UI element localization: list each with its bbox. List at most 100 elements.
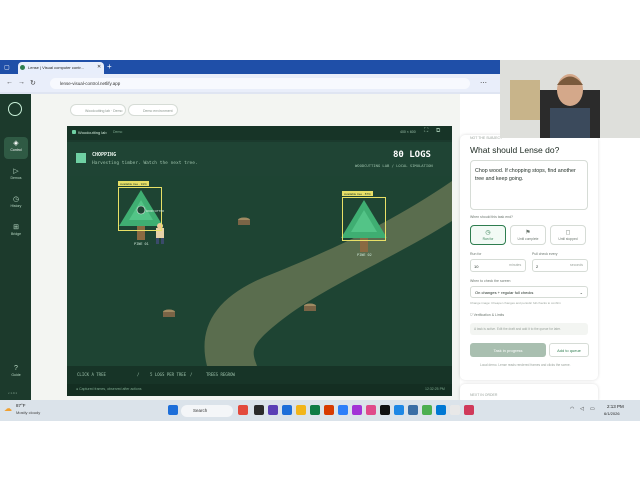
taskbar-app-icon[interactable] (352, 405, 362, 415)
run-for-label: Run for (470, 252, 482, 256)
forward-icon[interactable]: → (18, 79, 25, 86)
url-field[interactable]: lense-visual-control.netlify.app (50, 78, 470, 89)
sidebar-item-label: Control (10, 148, 22, 152)
new-tab-icon[interactable]: + (107, 62, 112, 71)
battery-icon[interactable]: ▭ (590, 406, 595, 412)
wifi-icon[interactable]: ◠ (570, 406, 574, 412)
game-window-title: Woodcutting lab (78, 130, 107, 135)
taskbar-app-icon[interactable] (436, 405, 446, 415)
windows-start-icon[interactable] (168, 405, 178, 415)
capture-time: 12:32:25 PM (425, 387, 445, 391)
browser-menu-icon[interactable]: ▢ (4, 64, 10, 71)
player-label: WOODCUTTER (146, 209, 165, 213)
watch-mode-select[interactable]: On changes + regular full checks ⌄ (470, 286, 588, 298)
browser-menu-dots-icon[interactable]: ⋯ (480, 79, 487, 87)
toolbar-pill-env[interactable]: Woodcutting lab · Demo (70, 104, 126, 116)
detection-tag: Available tree · 91% (118, 181, 149, 186)
panel-title: What should Lense do? (470, 145, 560, 155)
run-for-unit: minutes (509, 263, 522, 267)
taskbar-app-icon[interactable] (238, 405, 248, 415)
mode-label: Until stopped (558, 237, 578, 241)
stop-icon: ◻ (565, 230, 571, 236)
bridge-icon: ⊞ (13, 224, 19, 231)
popout-icon[interactable]: ⧉ (436, 128, 440, 135)
back-icon[interactable]: ← (6, 79, 13, 86)
taskbar-app-icon[interactable] (464, 405, 474, 415)
sidebar-item-control[interactable]: ◈ Control (4, 137, 28, 159)
history-icon: ◷ (12, 196, 20, 203)
check-every-unit: seconds (570, 263, 584, 267)
app-version: v 1.0.1 (8, 391, 18, 395)
browser-tab-title: Lense | Visual computer contr... (28, 65, 84, 70)
game-window-badge: Demo (113, 130, 123, 134)
tab-favicon-icon (20, 65, 25, 70)
taskbar-app-icon[interactable] (310, 405, 320, 415)
taskbar-app-icon[interactable] (268, 405, 278, 415)
panel-kicker: NOT THE SUBJECT (470, 136, 503, 140)
sidebar-item-label: Guide (11, 373, 21, 377)
fullscreen-icon[interactable]: ⛶ (424, 128, 428, 135)
desktop-top (0, 0, 640, 60)
mode-until-complete-button[interactable]: ⚑ Until complete (510, 225, 546, 245)
check-every-value: 2 (536, 264, 539, 269)
footer-hint: CLICK A TREE (77, 372, 106, 377)
taskbar-app-icon[interactable] (366, 405, 376, 415)
toolbar-pill-demo[interactable]: Demo environment (128, 104, 178, 116)
game-mode: WOODCUTTING LAB / LOCAL SIMULATION (355, 163, 433, 168)
sidebar-item-demos[interactable]: ▷ Demos (4, 165, 28, 187)
app-logo-icon[interactable] (8, 102, 22, 116)
weather-temp: 87°F (16, 403, 26, 408)
taskbar-search[interactable]: Search (181, 405, 233, 417)
reload-icon[interactable]: ↻ (30, 79, 36, 87)
flag-icon: ⚑ (525, 230, 531, 236)
tab-close-icon[interactable]: ✕ (97, 64, 101, 70)
status-indicator-icon (76, 153, 86, 163)
file-explorer-icon[interactable] (296, 405, 306, 415)
task-prompt-text: Chop wood. If chopping stops, find anoth… (475, 168, 576, 182)
watch-hint: Change image: Cheaper changes and period… (470, 301, 561, 305)
weather-icon: ☁ (4, 404, 12, 413)
taskbar-app-icon[interactable] (338, 405, 348, 415)
game-window-icon (72, 130, 76, 134)
task-in-progress-button[interactable]: Task in progress (470, 343, 546, 357)
game-substatus: Harvesting timber. Watch the next tree. (92, 161, 198, 166)
panel-footer-note: Local demo. Lense reads rendered frames … (480, 363, 571, 367)
task-prompt-input[interactable]: Chop wood. If chopping stops, find anoth… (470, 160, 588, 210)
toolbar-pill-label: Woodcutting lab · Demo (85, 109, 123, 113)
vscode-icon[interactable] (394, 405, 404, 415)
sidebar-item-label: Bridge (10, 232, 22, 236)
help-icon: ? (14, 365, 18, 372)
volume-icon[interactable]: ◁ (580, 406, 584, 412)
taskbar-time[interactable]: 2:13 PM (607, 404, 624, 409)
taskbar-app-icon[interactable] (282, 405, 292, 415)
tree-label: PINE 02 (357, 253, 372, 257)
log-counter: 80 LOGS (393, 150, 431, 160)
taskbar-app-icon[interactable] (380, 405, 390, 415)
check-every-label: Pull check every (532, 252, 558, 256)
next-in-order-label: NEXT IN ORDER (470, 393, 498, 397)
toolbar-pill-label: Demo environment (143, 109, 173, 113)
game-titlebar (67, 126, 452, 140)
sidebar-item-bridge[interactable]: ⊞ Bridge (4, 221, 28, 243)
game-status: CHOPPING (92, 152, 117, 158)
task-active-note: A task is active. Edit the draft and add… (470, 323, 588, 335)
taskbar-app-icon[interactable] (324, 405, 334, 415)
verification-toggle[interactable]: ⛉ Verification & Limits (470, 313, 504, 317)
mode-until-stopped-button[interactable]: ◻ Until stopped (550, 225, 586, 245)
browser-tab[interactable]: Lense | Visual computer contr... (18, 62, 104, 74)
taskbar-app-icon[interactable] (408, 405, 418, 415)
dirt-path (204, 181, 452, 366)
run-for-value: 10 (474, 264, 479, 269)
sidebar-item-guide[interactable]: ? Guide (4, 362, 28, 384)
taskbar-app-icon[interactable] (450, 405, 460, 415)
taskbar-date[interactable]: 6/1/2026 (604, 411, 620, 416)
sidebar-item-history[interactable]: ◷ History (4, 193, 28, 215)
footer-separator: / (190, 372, 193, 377)
tree-label: PINE 01 (134, 242, 149, 246)
add-to-queue-button[interactable]: Add to queue (549, 343, 589, 357)
clock-icon: ◷ (485, 230, 491, 236)
mode-run-for-button[interactable]: ◷ Run for (470, 225, 506, 245)
taskbar-app-icon[interactable] (254, 405, 264, 415)
taskbar-app-icon[interactable] (422, 405, 432, 415)
webcam-overlay (500, 60, 640, 138)
